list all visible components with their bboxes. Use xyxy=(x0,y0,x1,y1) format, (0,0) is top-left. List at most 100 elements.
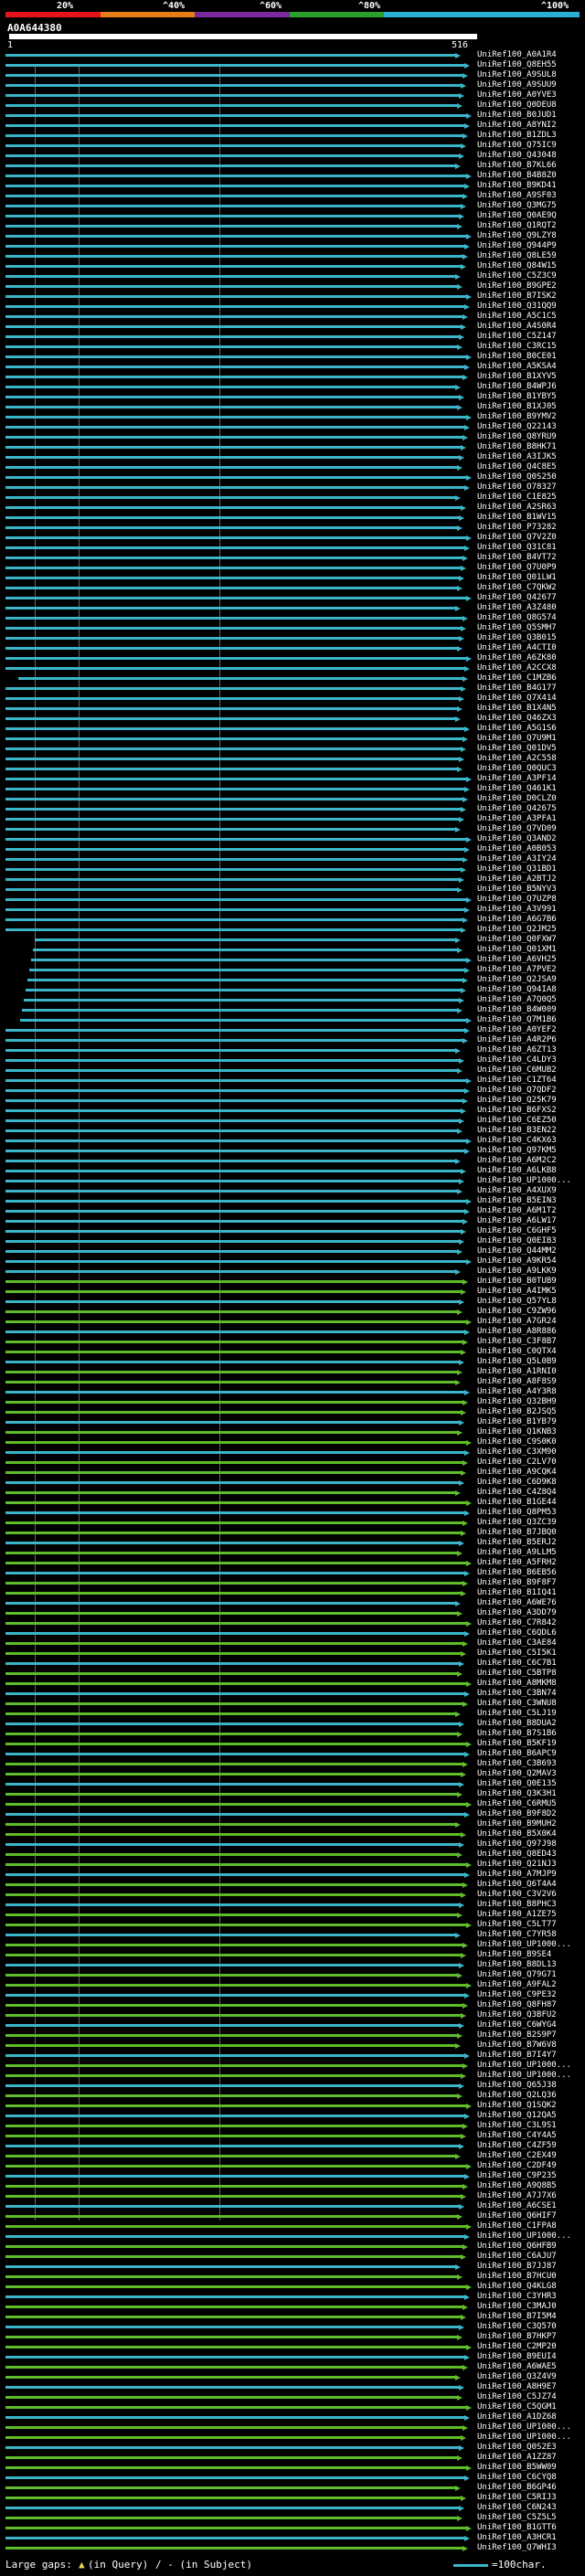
hit-link[interactable]: UniRef100_A8F8S9 xyxy=(477,1377,557,1387)
alignment-bar[interactable] xyxy=(5,2476,464,2479)
alignment-bar[interactable] xyxy=(5,2527,466,2529)
alignment-bar[interactable] xyxy=(5,697,459,700)
hit-link[interactable]: UniRef100_Q7U9M1 xyxy=(477,734,557,744)
alignment-bar[interactable] xyxy=(5,1823,455,1826)
alignment-bar[interactable] xyxy=(5,2507,459,2509)
alignment-bar[interactable] xyxy=(5,1602,455,1605)
alignment-bar[interactable] xyxy=(5,1039,463,1042)
hit-link[interactable]: UniRef100_B6APC9 xyxy=(477,1749,557,1759)
hit-link[interactable]: UniRef100_B7KL66 xyxy=(477,161,557,171)
hit-link[interactable]: UniRef100_Q12QA5 xyxy=(477,2111,557,2121)
hit-link[interactable]: UniRef100_Q1KNB3 xyxy=(477,1427,557,1437)
hit-link[interactable]: UniRef100_Q0EIB3 xyxy=(477,1236,557,1246)
hit-link[interactable]: UniRef100_C6QDL6 xyxy=(477,1628,557,1638)
alignment-bar[interactable] xyxy=(5,2094,457,2097)
alignment-bar[interactable] xyxy=(5,496,455,499)
hit-link[interactable]: UniRef100_Q65J38 xyxy=(477,2081,557,2091)
alignment-bar[interactable] xyxy=(5,2517,457,2519)
alignment-bar[interactable] xyxy=(5,1692,464,1695)
hit-link[interactable]: UniRef100_A3PFA1 xyxy=(477,814,557,824)
hit-link[interactable]: UniRef100_B9GPE2 xyxy=(477,281,557,292)
alignment-bar[interactable] xyxy=(5,476,466,479)
hit-link[interactable]: UniRef100_Q0DEU8 xyxy=(477,101,557,111)
hit-link[interactable]: UniRef100_Q94IA8 xyxy=(477,985,557,995)
alignment-bar[interactable] xyxy=(5,848,464,851)
alignment-bar[interactable] xyxy=(5,747,461,750)
alignment-bar[interactable] xyxy=(5,164,455,167)
hit-link[interactable]: UniRef100_Q0QUC3 xyxy=(477,764,557,774)
alignment-bar[interactable] xyxy=(5,828,455,831)
alignment-bar[interactable] xyxy=(5,2165,466,2168)
alignment-bar[interactable] xyxy=(5,64,464,67)
hit-link[interactable]: UniRef100_A6G7B6 xyxy=(477,915,557,925)
hit-link[interactable]: UniRef100_Q31BD1 xyxy=(477,864,557,875)
hit-link[interactable]: UniRef100_Q01DV5 xyxy=(477,744,557,754)
alignment-bar[interactable] xyxy=(5,928,461,931)
hit-link[interactable]: UniRef100_A1ZZ87 xyxy=(477,2453,557,2463)
alignment-bar[interactable] xyxy=(5,737,463,740)
alignment-bar[interactable] xyxy=(5,486,464,489)
hit-link[interactable]: UniRef100_A6WAE5 xyxy=(477,2362,557,2372)
hit-link[interactable]: UniRef100_B9YMV2 xyxy=(477,412,557,422)
alignment-bar[interactable] xyxy=(5,898,466,901)
alignment-bar[interactable] xyxy=(5,1270,455,1273)
hit-link[interactable]: UniRef100_C3BN74 xyxy=(477,1689,557,1699)
hit-link[interactable]: UniRef100_A6ZK80 xyxy=(477,653,557,663)
alignment-bar[interactable] xyxy=(5,2145,459,2147)
alignment-bar[interactable] xyxy=(5,2014,461,2017)
hit-link[interactable]: UniRef100_Q6T4A4 xyxy=(477,1880,557,1890)
alignment-bar[interactable] xyxy=(5,1743,466,1745)
hit-link[interactable]: UniRef100_Q31C81 xyxy=(477,543,557,553)
alignment-bar[interactable] xyxy=(5,1069,457,1072)
alignment-bar[interactable] xyxy=(5,1129,457,1132)
alignment-bar[interactable] xyxy=(5,2436,461,2439)
alignment-bar[interactable] xyxy=(5,1099,463,1102)
alignment-bar[interactable] xyxy=(5,2104,466,2107)
hit-link[interactable]: UniRef100_B5EIN3 xyxy=(477,1196,557,1206)
alignment-bar[interactable] xyxy=(5,798,463,800)
hit-link[interactable]: UniRef100_Q0S250 xyxy=(477,472,557,482)
alignment-bar[interactable] xyxy=(5,1994,464,1997)
alignment-bar[interactable] xyxy=(5,1341,463,1343)
hit-link[interactable]: UniRef100_Q1RQT2 xyxy=(477,221,557,231)
alignment-bar[interactable] xyxy=(5,305,464,308)
alignment-bar[interactable] xyxy=(5,2426,463,2429)
alignment-bar[interactable] xyxy=(5,1059,459,1062)
alignment-bar[interactable] xyxy=(5,2496,461,2499)
alignment-bar[interactable] xyxy=(5,1280,463,1283)
alignment-bar[interactable] xyxy=(5,134,463,137)
hit-link[interactable]: UniRef100_Q2JM25 xyxy=(477,925,557,935)
alignment-bar[interactable] xyxy=(27,979,463,981)
hit-link[interactable]: UniRef100_A6WE76 xyxy=(477,1598,557,1608)
alignment-bar[interactable] xyxy=(5,1903,459,1906)
alignment-bar[interactable] xyxy=(5,416,466,419)
alignment-bar[interactable] xyxy=(5,1089,464,1092)
hit-link[interactable]: UniRef100_A4CTI0 xyxy=(477,643,557,653)
hit-link[interactable]: UniRef100_Q1SQK2 xyxy=(477,2101,557,2111)
hit-link[interactable]: UniRef100_A9SUL8 xyxy=(477,70,557,80)
hit-link[interactable]: UniRef100_A2CCX8 xyxy=(477,663,557,673)
hit-link[interactable]: UniRef100_B1XYV5 xyxy=(477,372,557,382)
hit-link[interactable]: UniRef100_Q84W15 xyxy=(477,261,557,271)
alignment-bar[interactable] xyxy=(5,376,463,378)
hit-link[interactable]: UniRef100_A5C1C5 xyxy=(477,312,557,322)
hit-link[interactable]: UniRef100_C3XM90 xyxy=(477,1447,557,1458)
alignment-bar[interactable] xyxy=(5,1240,459,1243)
hit-link[interactable]: UniRef100_B1WV15 xyxy=(477,513,557,523)
alignment-bar[interactable] xyxy=(5,1582,463,1585)
hit-link[interactable]: UniRef100_A0B053 xyxy=(477,844,557,854)
alignment-bar[interactable] xyxy=(5,275,455,278)
alignment-bar[interactable] xyxy=(5,2547,463,2549)
hit-link[interactable]: UniRef100_B8DL13 xyxy=(477,1960,557,1970)
alignment-bar[interactable] xyxy=(5,717,455,720)
hit-link[interactable]: UniRef100_C6N243 xyxy=(477,2503,557,2513)
alignment-bar[interactable] xyxy=(5,1974,457,1977)
alignment-bar[interactable] xyxy=(5,868,461,871)
alignment-bar[interactable] xyxy=(5,1511,464,1514)
alignment-bar[interactable] xyxy=(5,2326,459,2328)
hit-link[interactable]: UniRef100_B1GE44 xyxy=(477,1498,557,1508)
alignment-bar[interactable] xyxy=(5,2225,466,2228)
hit-link[interactable]: UniRef100_Q3K3H1 xyxy=(477,1789,557,1799)
alignment-bar[interactable] xyxy=(5,1773,461,1776)
alignment-bar[interactable] xyxy=(5,778,466,780)
